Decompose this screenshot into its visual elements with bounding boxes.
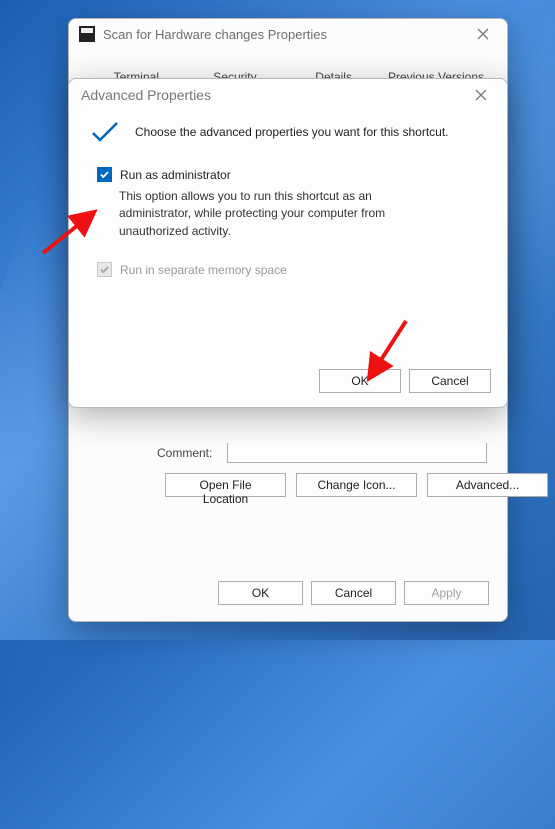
adv-title: Advanced Properties bbox=[81, 87, 467, 103]
open-file-location-button[interactable]: Open File Location bbox=[165, 473, 286, 497]
props-apply-button[interactable]: Apply bbox=[404, 581, 489, 605]
props-ok-button[interactable]: OK bbox=[218, 581, 303, 605]
checkmark-icon bbox=[99, 169, 110, 180]
advanced-button[interactable]: Advanced... bbox=[427, 473, 548, 497]
checkmark-icon bbox=[99, 264, 110, 275]
props-cancel-button[interactable]: Cancel bbox=[311, 581, 396, 605]
check-icon bbox=[89, 117, 121, 147]
run-as-admin-checkbox[interactable] bbox=[97, 167, 112, 182]
properties-titlebar: Scan for Hardware changes Properties bbox=[69, 19, 507, 49]
change-icon-button[interactable]: Change Icon... bbox=[296, 473, 417, 497]
separate-memory-option: Run in separate memory space bbox=[97, 262, 487, 277]
advanced-properties-dialog: Advanced Properties Choose the advanced … bbox=[68, 78, 508, 408]
close-icon bbox=[475, 89, 487, 101]
comment-row: Comment: bbox=[157, 443, 487, 463]
close-icon bbox=[477, 28, 489, 40]
adv-titlebar: Advanced Properties bbox=[69, 79, 507, 111]
adv-close-button[interactable] bbox=[467, 84, 495, 106]
adv-ok-button[interactable]: OK bbox=[319, 369, 401, 393]
run-as-admin-label: Run as administrator bbox=[120, 168, 231, 182]
run-as-admin-desc: This option allows you to run this short… bbox=[119, 188, 429, 240]
adv-cancel-button[interactable]: Cancel bbox=[409, 369, 491, 393]
adv-header-text: Choose the advanced properties you want … bbox=[135, 125, 449, 139]
adv-dialog-buttons: OK Cancel bbox=[319, 369, 491, 393]
properties-title: Scan for Hardware changes Properties bbox=[103, 27, 469, 42]
comment-input[interactable] bbox=[227, 443, 487, 463]
run-as-admin-option: Run as administrator This option allows … bbox=[97, 167, 487, 240]
separate-memory-checkbox bbox=[97, 262, 112, 277]
separate-memory-head: Run in separate memory space bbox=[97, 262, 487, 277]
adv-header-row: Choose the advanced properties you want … bbox=[89, 117, 487, 147]
adv-body: Choose the advanced properties you want … bbox=[69, 111, 507, 277]
close-button[interactable] bbox=[469, 23, 497, 45]
comment-label: Comment: bbox=[157, 446, 219, 460]
run-as-admin-head: Run as administrator bbox=[97, 167, 487, 182]
separate-memory-label: Run in separate memory space bbox=[120, 263, 287, 277]
properties-bottom-buttons: OK Cancel Apply bbox=[69, 581, 507, 605]
terminal-icon bbox=[79, 26, 95, 42]
shortcut-buttons-row: Open File Location Change Icon... Advanc… bbox=[165, 473, 548, 497]
